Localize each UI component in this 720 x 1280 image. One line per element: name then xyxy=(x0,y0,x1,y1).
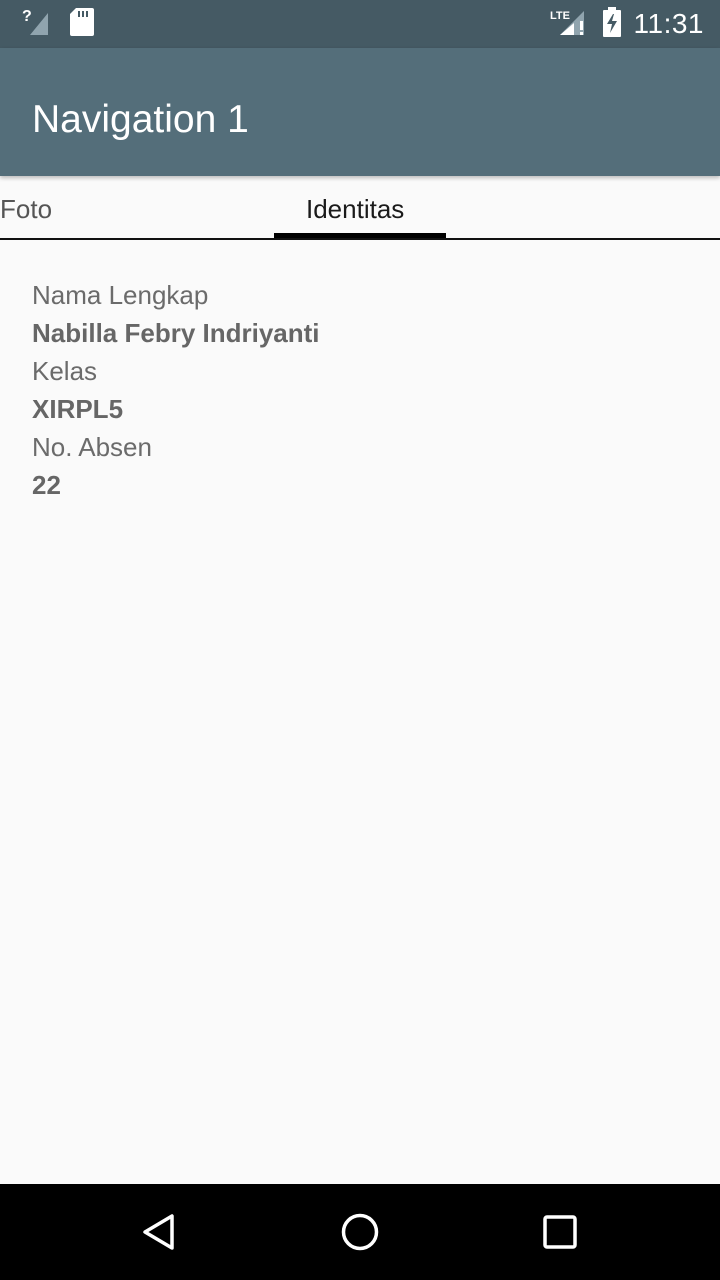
navigation-bar xyxy=(0,1184,720,1280)
back-icon[interactable] xyxy=(140,1212,180,1252)
value-no-absen: 22 xyxy=(32,470,61,500)
svg-text:?: ? xyxy=(22,8,32,25)
signal-unknown-icon: ? xyxy=(22,7,50,42)
sd-card-icon xyxy=(70,7,94,41)
identity-details: Nama Lengkap Nabilla Febry Indriyanti Ke… xyxy=(32,276,320,504)
label-kelas: Kelas xyxy=(32,356,98,386)
home-icon[interactable] xyxy=(340,1212,380,1252)
status-bar: ? LTE 11:31 xyxy=(0,0,720,48)
value-nama-lengkap: Nabilla Febry Indriyanti xyxy=(32,318,320,348)
label-no-absen: No. Absen xyxy=(32,432,152,462)
tab-foto[interactable]: Foto xyxy=(0,194,52,225)
app-bar: Navigation 1 xyxy=(0,48,720,176)
page-title: Navigation 1 xyxy=(32,98,249,141)
recent-apps-icon[interactable] xyxy=(540,1212,580,1252)
svg-text:LTE: LTE xyxy=(550,10,570,22)
tab-identitas[interactable]: Identitas xyxy=(306,194,404,225)
clock: 11:31 xyxy=(633,8,704,39)
label-nama-lengkap: Nama Lengkap xyxy=(32,280,209,310)
battery-charging-icon xyxy=(602,6,622,42)
value-kelas: XIRPL5 xyxy=(32,394,124,424)
lte-signal-icon: LTE xyxy=(550,7,590,42)
tab-indicator xyxy=(274,233,446,238)
tab-bar: Foto Identitas xyxy=(0,176,720,240)
